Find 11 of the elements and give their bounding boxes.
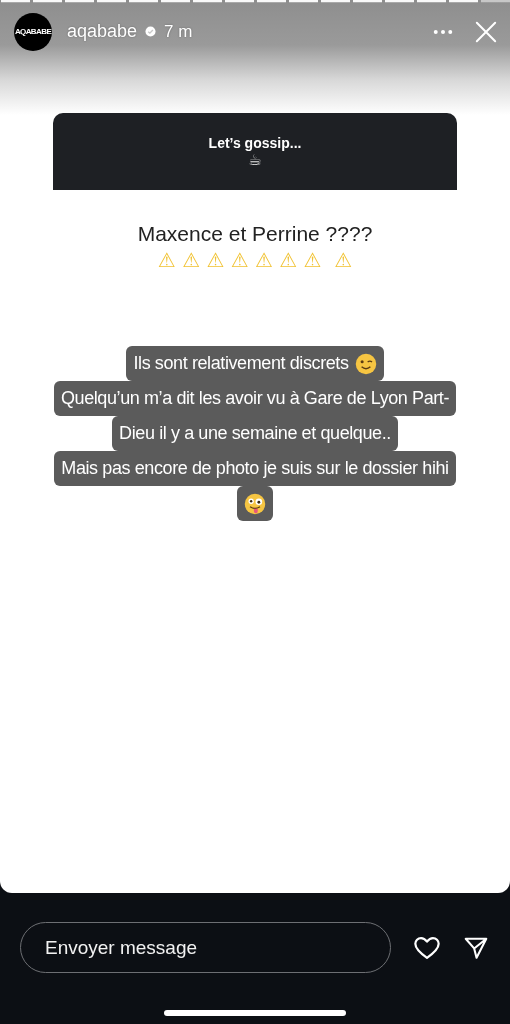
- heading-text: Maxence et Perrine ????: [137, 222, 373, 246]
- coffee-emoji: ☕: [248, 153, 262, 168]
- wink-face-icon: [354, 352, 377, 375]
- question-title: Let’s gossip...: [208, 135, 302, 151]
- warning-emojis: ⚠ ⚠ ⚠ ⚠ ⚠ ⚠ ⚠ ⚠: [157, 248, 353, 272]
- silly-face-icon: [244, 492, 266, 515]
- avatar[interactable]: AQABABE: [14, 12, 52, 51]
- post-time: 7 m: [164, 21, 193, 42]
- close-icon[interactable]: [475, 20, 497, 43]
- more-icon[interactable]: [433, 28, 453, 35]
- message-input[interactable]: Envoyer message: [20, 922, 391, 973]
